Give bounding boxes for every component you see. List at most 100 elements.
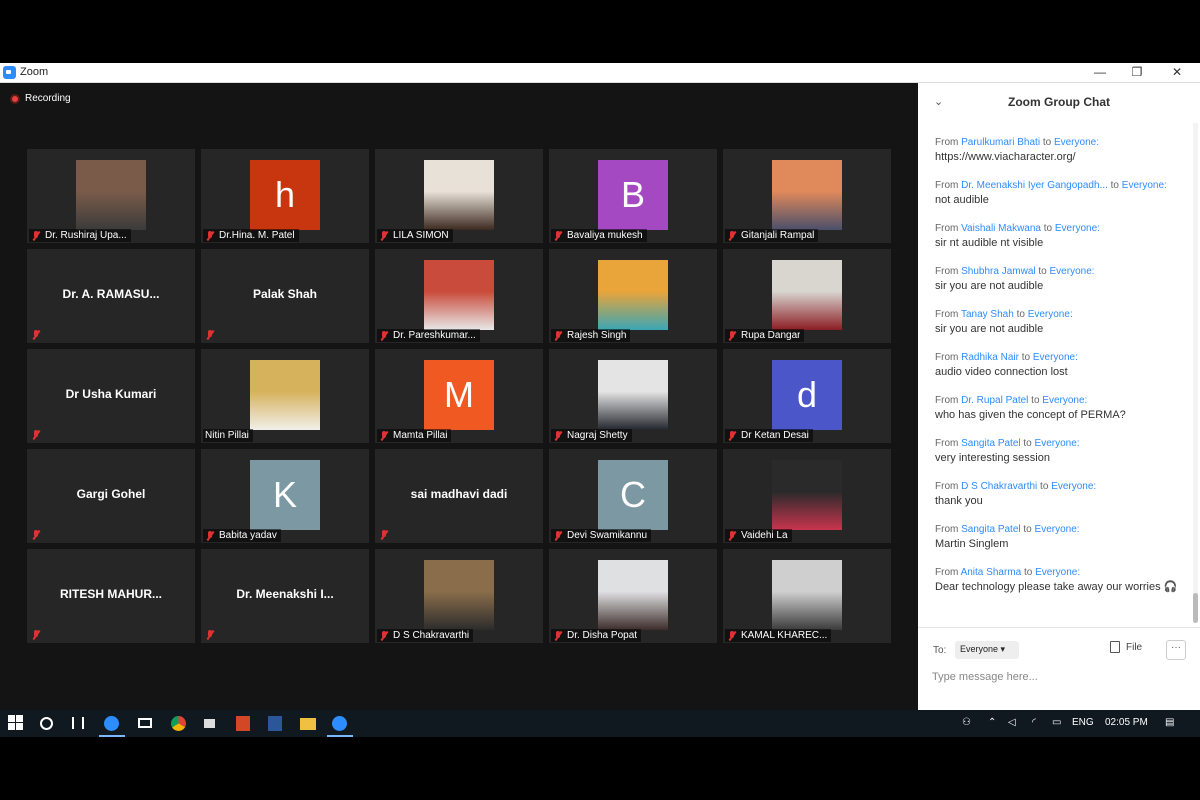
wifi-icon[interactable]: ◜: [1032, 717, 1036, 728]
chrome-icon[interactable]: [171, 716, 186, 731]
file-button[interactable]: File: [1110, 641, 1142, 653]
participant-tile[interactable]: Dr. Disha Popat: [549, 549, 717, 643]
chat-recipient[interactable]: Everyone: [1054, 137, 1096, 148]
chat-sender[interactable]: Vaishali Makwana: [961, 223, 1041, 234]
participant-name: Dr. Pareshkumar...: [393, 330, 476, 341]
participant-tile[interactable]: Nitin Pillai: [201, 349, 369, 443]
chat-sender[interactable]: Shubhra Jamwal: [961, 266, 1035, 277]
mail-icon[interactable]: [138, 718, 152, 728]
participant-tile[interactable]: Palak Shah: [201, 249, 369, 343]
chat-sender[interactable]: Parulkumari Bhati: [961, 137, 1040, 148]
participant-tile[interactable]: Dr. Rushiraj Upa...: [27, 149, 195, 243]
chat-recipient[interactable]: Everyone: [1050, 266, 1092, 277]
recipient-select[interactable]: Everyone ▾: [955, 641, 1019, 659]
participant-tile[interactable]: C Devi Swamikannu: [549, 449, 717, 543]
chat-message: From Shubhra Jamwal to Everyone: sir you …: [935, 250, 1190, 293]
battery-icon[interactable]: ▭: [1052, 717, 1061, 728]
participant-tile[interactable]: Rajesh Singh: [549, 249, 717, 343]
chat-message-header: From Radhika Nair to Everyone:: [935, 336, 1190, 363]
chat-footer: To: Everyone ▾ File ···: [918, 627, 1200, 710]
participant-tile[interactable]: Vaidehi La: [723, 449, 891, 543]
clock[interactable]: 02:05 PM: [1105, 717, 1148, 728]
file-explorer-icon[interactable]: [300, 718, 316, 730]
windows-start-icon[interactable]: [8, 714, 26, 732]
participant-name: Babita yadav: [219, 530, 277, 541]
chat-recipient[interactable]: Everyone: [1035, 438, 1077, 449]
participant-tile[interactable]: sai madhavi dadi: [375, 449, 543, 543]
participant-tile[interactable]: Gargi Gohel: [27, 449, 195, 543]
participant-tile[interactable]: Dr. Meenakshi I...: [201, 549, 369, 643]
chat-sender[interactable]: Anita Sharma: [961, 567, 1022, 578]
volume-icon[interactable]: ◁: [1008, 717, 1016, 728]
participant-video: [598, 560, 668, 630]
participant-tile[interactable]: h Dr.Hina. M. Patel: [201, 149, 369, 243]
participant-tile[interactable]: KAMAL KHAREC...: [723, 549, 891, 643]
to-word: to: [1023, 524, 1032, 535]
participant-tile[interactable]: d Dr Ketan Desai: [723, 349, 891, 443]
chat-scrollbar-thumb[interactable]: [1193, 593, 1198, 623]
maximize-button[interactable]: ❐: [1117, 63, 1157, 83]
close-button[interactable]: ✕: [1157, 63, 1197, 83]
chat-recipient[interactable]: Everyone: [1028, 309, 1070, 320]
participant-video: [76, 160, 146, 230]
chat-message-input[interactable]: [932, 668, 1182, 686]
chat-recipient[interactable]: Everyone: [1035, 567, 1077, 578]
participant-tile[interactable]: Rupa Dangar: [723, 249, 891, 343]
chat-message-list[interactable]: From Parulkumari Bhati to Everyone: https…: [918, 121, 1190, 621]
mic-muted-icon: [553, 330, 563, 341]
chat-recipient[interactable]: Everyone: [1042, 395, 1084, 406]
chat-message-header: From Dr. Meenakshi Iyer Gangopadh... to …: [935, 164, 1190, 191]
chat-sender[interactable]: Radhika Nair: [961, 352, 1019, 363]
window-title: Zoom: [20, 66, 49, 78]
people-icon[interactable]: ⚇: [962, 717, 971, 728]
chat-recipient[interactable]: Everyone: [1051, 481, 1093, 492]
zoom-active-icon[interactable]: [332, 716, 347, 731]
search-icon[interactable]: [40, 717, 53, 730]
minimize-button[interactable]: —: [1080, 63, 1120, 83]
notifications-icon[interactable]: ▤: [1165, 717, 1174, 728]
participant-tile[interactable]: LILA SIMON: [375, 149, 543, 243]
word-icon[interactable]: [268, 716, 282, 731]
chat-message-text: https://www.viacharacter.org/: [935, 151, 1076, 163]
powerpoint-icon[interactable]: [236, 716, 250, 731]
language-indicator[interactable]: ENG: [1072, 717, 1094, 728]
chat-recipient[interactable]: Everyone: [1033, 352, 1075, 363]
participant-tile[interactable]: Dr. A. RAMASU...: [27, 249, 195, 343]
participant-name: Dr. Disha Popat: [567, 630, 638, 641]
chat-sender[interactable]: D S Chakravarthi: [961, 481, 1037, 492]
chevron-up-icon[interactable]: ⌃: [988, 717, 996, 728]
app-icon[interactable]: [204, 719, 215, 728]
participant-video: [250, 360, 320, 430]
participant-tile[interactable]: Dr Usha Kumari: [27, 349, 195, 443]
to-word: to: [1023, 438, 1032, 449]
participant-tile[interactable]: Gitanjali Rampal: [723, 149, 891, 243]
mic-muted-icon: [379, 230, 389, 241]
chat-scrollbar[interactable]: [1193, 123, 1198, 623]
participant-name: Bavaliya mukesh: [567, 230, 643, 241]
chat-sender[interactable]: Sangita Patel: [961, 438, 1021, 449]
colon: :: [1096, 137, 1099, 148]
zoom-taskbar-icon[interactable]: [104, 716, 119, 731]
participant-name-bar: Vaidehi La: [725, 529, 792, 542]
chat-sender[interactable]: Sangita Patel: [961, 524, 1021, 535]
participant-tile[interactable]: Nagraj Shetty: [549, 349, 717, 443]
participant-tile[interactable]: Dr. Pareshkumar...: [375, 249, 543, 343]
more-options-button[interactable]: ···: [1166, 640, 1186, 660]
participant-tile[interactable]: RITESH MAHUR...: [27, 549, 195, 643]
participant-name: Dr. Rushiraj Upa...: [45, 230, 127, 241]
chat-recipient[interactable]: Everyone: [1055, 223, 1097, 234]
participant-tile[interactable]: B Bavaliya mukesh: [549, 149, 717, 243]
participant-tile[interactable]: K Babita yadav: [201, 449, 369, 543]
chat-sender[interactable]: Dr. Meenakshi Iyer Gangopadh...: [961, 180, 1108, 191]
task-view-icon[interactable]: [72, 717, 84, 729]
chat-recipient[interactable]: Everyone: [1122, 180, 1164, 191]
mic-muted-icon: [379, 330, 389, 341]
chat-recipient[interactable]: Everyone: [1035, 524, 1077, 535]
chat-sender[interactable]: Dr. Rupal Patel: [961, 395, 1028, 406]
participant-video: [598, 260, 668, 330]
to-word: to: [1023, 567, 1033, 578]
participant-tile[interactable]: M Mamta Pillai: [375, 349, 543, 443]
participant-avatar: K: [250, 460, 320, 530]
participant-tile[interactable]: D S Chakravarthi: [375, 549, 543, 643]
chat-sender[interactable]: Tanay Shah: [961, 309, 1014, 320]
